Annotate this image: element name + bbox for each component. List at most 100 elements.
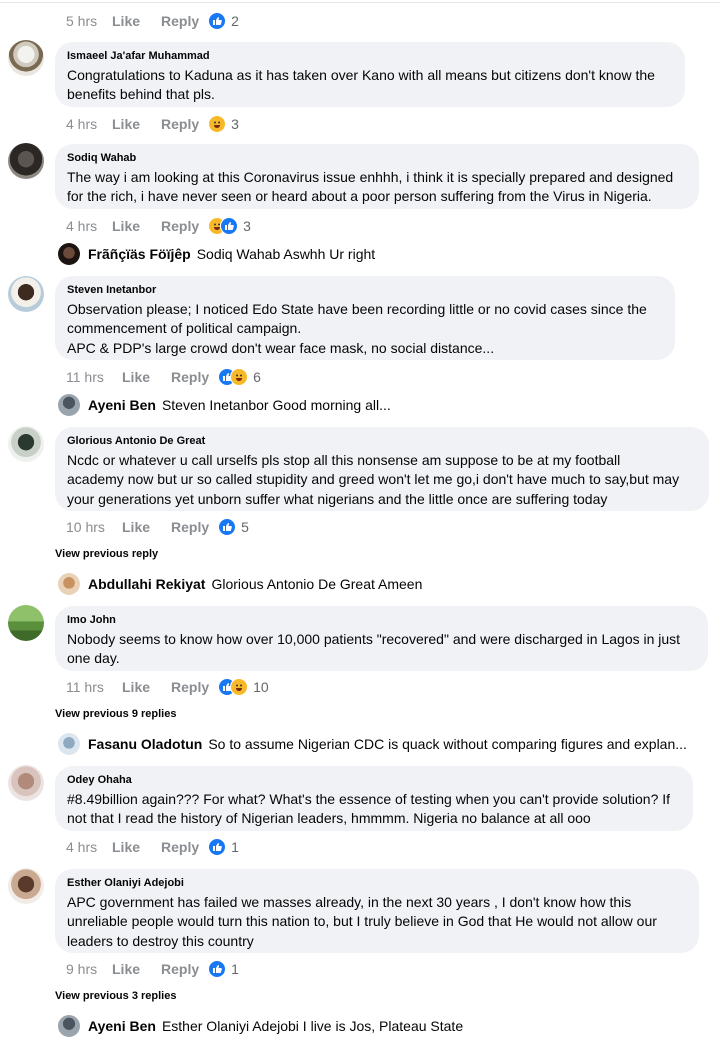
comment-meta-row: 9 hrs Like Reply 1 xyxy=(66,959,239,979)
comment-time: 4 hrs xyxy=(66,218,98,234)
reply-preview[interactable]: Ayeni Ben Steven Inetanbor Good morning … xyxy=(58,394,391,416)
view-previous-replies-link[interactable]: View previous 3 replies xyxy=(55,990,176,1002)
comment-bubble: Esther Olaniyi Adejobi APC government ha… xyxy=(55,869,699,953)
like-button[interactable]: Like xyxy=(122,519,171,535)
reply-author[interactable]: Ayeni Ben xyxy=(88,1018,156,1034)
comment-text: Congratulations to Kaduna as it has take… xyxy=(67,67,655,103)
reply-text: So to assume Nigerian CDC is quack witho… xyxy=(208,736,687,752)
avatar[interactable] xyxy=(58,573,80,595)
like-button[interactable]: Like xyxy=(112,961,161,977)
avatar[interactable] xyxy=(8,143,44,179)
avatar[interactable] xyxy=(8,765,44,801)
comment-time: 4 hrs xyxy=(66,839,98,855)
reply-button[interactable]: Reply xyxy=(161,961,199,977)
haha-reaction-icon xyxy=(208,115,227,133)
avatar[interactable] xyxy=(58,733,80,755)
reaction-count: 3 xyxy=(243,218,251,234)
reply-preview[interactable]: Ayeni Ben Esther Olaniyi Adejobi I live … xyxy=(58,1015,463,1037)
reply-button[interactable]: Reply xyxy=(171,679,209,695)
comment-meta-row: 11 hrs Like Reply 6 xyxy=(66,367,261,387)
comment-meta-row: 4 hrs Like Reply 3 xyxy=(66,216,251,236)
comment-time: 9 hrs xyxy=(66,961,98,977)
comment-meta-row: 10 hrs Like Reply 5 xyxy=(66,517,249,537)
view-previous-replies-link[interactable]: View previous 9 replies xyxy=(55,708,176,720)
reaction-count: 5 xyxy=(241,519,249,535)
like-button[interactable]: Like xyxy=(112,218,161,234)
reply-preview[interactable]: Abdullahi Rekiyat Glorious Antonio De Gr… xyxy=(58,573,422,595)
comment-author[interactable]: Odey Ohaha xyxy=(67,773,681,787)
like-reaction-icon xyxy=(220,217,239,235)
haha-reaction-icon xyxy=(230,678,249,696)
comment-bubble: Sodiq Wahab The way i am looking at this… xyxy=(55,144,699,209)
avatar[interactable] xyxy=(8,868,44,904)
reply-button[interactable]: Reply xyxy=(171,519,209,535)
avatar[interactable] xyxy=(58,1015,80,1037)
top-divider xyxy=(0,2,720,3)
reaction-count: 3 xyxy=(231,116,239,132)
comment-author[interactable]: Steven Inetanbor xyxy=(67,283,663,297)
comment-text: Nobody seems to know how over 10,000 pat… xyxy=(67,631,681,667)
reaction-summary[interactable]: 5 xyxy=(218,518,249,536)
reply-button[interactable]: Reply xyxy=(161,13,199,29)
like-reaction-icon xyxy=(208,12,227,30)
comment-meta-row: 4 hrs Like Reply 3 xyxy=(66,114,239,134)
reaction-summary[interactable]: 3 xyxy=(208,115,239,133)
like-button[interactable]: Like xyxy=(122,679,171,695)
reply-preview[interactable]: Fasanu Oladotun So to assume Nigerian CD… xyxy=(58,733,687,755)
avatar[interactable] xyxy=(8,40,44,76)
like-reaction-icon xyxy=(218,518,237,536)
reaction-summary[interactable]: 1 xyxy=(208,838,239,856)
comment-meta-row: 11 hrs Like Reply 10 xyxy=(66,677,269,697)
comment-bubble: Ismaeel Ja'afar Muhammad Congratulations… xyxy=(55,42,685,107)
comment-bubble: Odey Ohaha #8.49billion again??? For wha… xyxy=(55,766,693,831)
reply-button[interactable]: Reply xyxy=(161,116,199,132)
reply-text: Glorious Antonio De Great Ameen xyxy=(211,576,423,592)
comment-author[interactable]: Glorious Antonio De Great xyxy=(67,434,697,448)
comment-time: 10 hrs xyxy=(66,519,105,535)
like-button[interactable]: Like xyxy=(112,116,161,132)
avatar[interactable] xyxy=(58,394,80,416)
comment-text: Ncdc or whatever u call urselfs pls stop… xyxy=(67,452,680,507)
reaction-summary[interactable]: 3 xyxy=(208,217,251,235)
comment-text: APC government has failed we masses alre… xyxy=(67,894,657,949)
comment-meta-row: 4 hrs Like Reply 1 xyxy=(66,837,239,857)
reply-author[interactable]: Fasanu Oladotun xyxy=(88,736,202,752)
avatar[interactable] xyxy=(8,426,44,462)
comment-author[interactable]: Imo John xyxy=(67,613,696,627)
comment-bubble: Steven Inetanbor Observation please; I n… xyxy=(55,276,675,360)
comment-time: 4 hrs xyxy=(66,116,98,132)
like-button[interactable]: Like xyxy=(122,369,171,385)
like-reaction-icon xyxy=(208,960,227,978)
comment-bubble: Imo John Nobody seems to know how over 1… xyxy=(55,606,708,671)
reply-author[interactable]: Abdullahi Rekiyat xyxy=(88,576,205,592)
avatar[interactable] xyxy=(58,243,80,265)
reply-author[interactable]: Ayeni Ben xyxy=(88,397,156,413)
comment-text: The way i am looking at this Coronavirus… xyxy=(67,169,674,205)
comment-text: Observation please; I noticed Edo State … xyxy=(67,301,647,356)
reply-preview[interactable]: Frãñçïäs Föïjêp Sodiq Wahab Aswhh Ur rig… xyxy=(58,243,375,265)
reaction-count: 2 xyxy=(231,13,239,29)
comment-time: 11 hrs xyxy=(66,679,104,695)
view-previous-replies-link[interactable]: View previous reply xyxy=(55,548,158,560)
reply-button[interactable]: Reply xyxy=(171,369,209,385)
reply-text: Steven Inetanbor Good morning all... xyxy=(161,397,391,413)
like-button[interactable]: Like xyxy=(112,13,161,29)
comment-meta-row: 5 hrs Like Reply 2 xyxy=(66,11,239,31)
reaction-count: 10 xyxy=(253,679,269,695)
comment-author[interactable]: Ismaeel Ja'afar Muhammad xyxy=(67,49,673,63)
reaction-count: 1 xyxy=(231,961,239,977)
reply-button[interactable]: Reply xyxy=(161,218,199,234)
reply-button[interactable]: Reply xyxy=(161,839,199,855)
avatar[interactable] xyxy=(8,605,44,641)
avatar[interactable] xyxy=(8,276,44,312)
comment-author[interactable]: Esther Olaniyi Adejobi xyxy=(67,876,687,890)
reaction-summary[interactable]: 6 xyxy=(218,368,261,386)
reaction-summary[interactable]: 2 xyxy=(208,12,239,30)
reaction-summary[interactable]: 1 xyxy=(208,960,239,978)
like-button[interactable]: Like xyxy=(112,839,161,855)
reaction-summary[interactable]: 10 xyxy=(218,678,269,696)
like-reaction-icon xyxy=(208,838,227,856)
reaction-count: 6 xyxy=(253,369,261,385)
comment-author[interactable]: Sodiq Wahab xyxy=(67,151,687,165)
reply-author[interactable]: Frãñçïäs Föïjêp xyxy=(88,246,191,262)
